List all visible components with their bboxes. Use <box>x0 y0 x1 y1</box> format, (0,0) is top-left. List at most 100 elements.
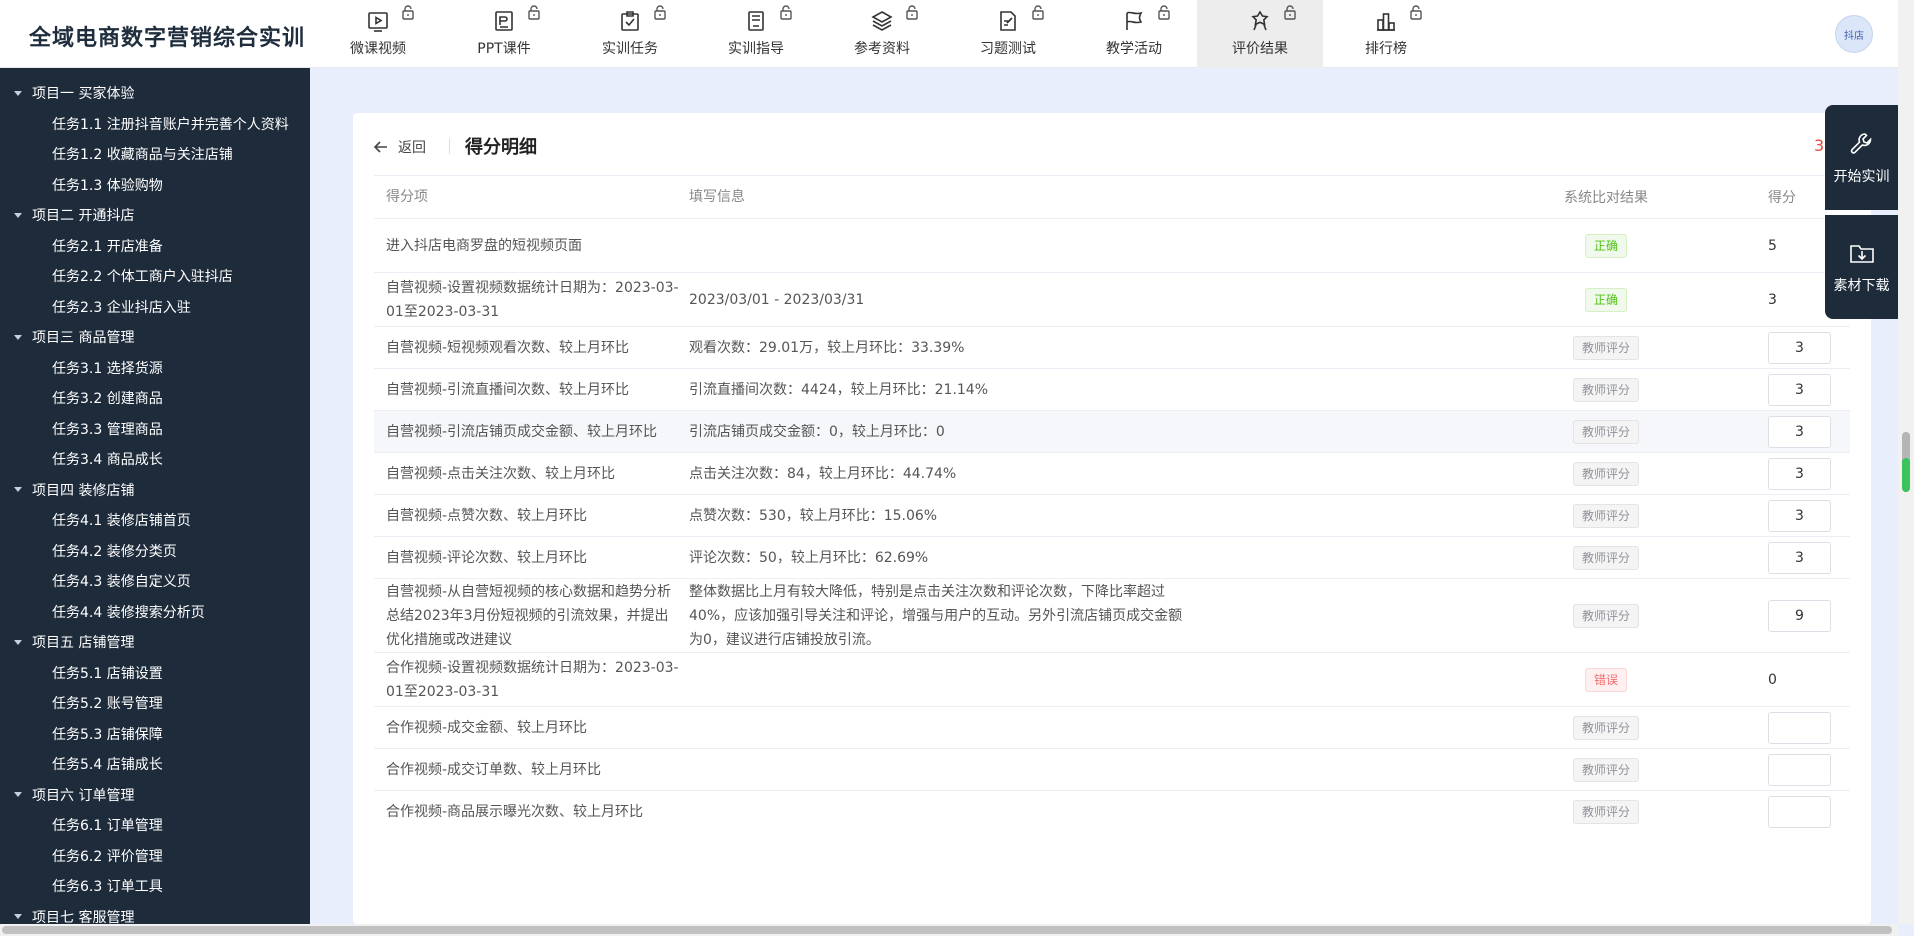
top-bar: 全域电商数字营销综合实训 微课视频 PPT课件 实训任务 实训指导 参考资料 习题测试 教学… <box>0 0 1898 68</box>
result-badge: 正确 <box>1584 233 1627 258</box>
nav-item[interactable]: PPT课件 <box>441 0 567 68</box>
table-row: 自营视频-评论次数、较上月环比 评论次数：50，较上月环比：62.69% 教师评分 <box>374 536 1850 578</box>
nav-item[interactable]: 微课视频 <box>315 0 441 68</box>
nav-item[interactable]: 教学活动 <box>1071 0 1197 68</box>
score-item: 自营视频-点击关注次数、较上月环比 <box>386 465 616 482</box>
download-materials-button[interactable]: 素材下载 <box>1825 215 1898 319</box>
vertical-scrollbar[interactable] <box>1898 0 1914 924</box>
clipboard-check-icon <box>617 8 643 34</box>
result-badge: 教师评分 <box>1572 715 1639 740</box>
nav-item[interactable]: 评价结果 <box>1197 0 1323 68</box>
result-badge: 教师评分 <box>1572 377 1639 402</box>
caret-down-icon <box>14 334 22 340</box>
sidebar-task[interactable]: 任务5.1 店铺设置 <box>0 658 310 689</box>
score-item: 合作视频-成交金额、较上月环比 <box>386 719 588 736</box>
score-cell <box>1686 457 1850 490</box>
sidebar-task[interactable]: 任务4.1 装修店铺首页 <box>0 505 310 536</box>
sidebar-task[interactable]: 任务1.2 收藏商品与关注店铺 <box>0 139 310 170</box>
download-materials-label: 素材下载 <box>1833 278 1890 294</box>
score-item: 自营视频-设置视频数据统计日期为：2023-03-01至2023-03-31 <box>386 279 679 320</box>
sidebar-task[interactable]: 任务3.4 商品成长 <box>0 444 310 475</box>
score-cell <box>1686 541 1850 574</box>
score-input[interactable] <box>1768 373 1831 406</box>
bar-rank-icon <box>1373 8 1399 34</box>
sidebar-project[interactable]: 项目五 店铺管理 <box>0 627 310 658</box>
sidebar-project-label: 项目三 商品管理 <box>32 330 135 347</box>
score-input[interactable] <box>1768 795 1831 828</box>
sidebar-task[interactable]: 任务4.4 装修搜索分析页 <box>0 597 310 628</box>
nav-item[interactable]: 实训任务 <box>567 0 693 68</box>
table-row: 自营视频-点击关注次数、较上月环比 点击关注次数：84，较上月环比：44.74% 教… <box>374 452 1850 494</box>
result-badge: 正确 <box>1584 287 1627 312</box>
score-input[interactable] <box>1768 599 1831 632</box>
nav-label: 实训指导 <box>728 41 784 57</box>
horizontal-scrollbar[interactable] <box>0 924 1898 936</box>
table-row: 自营视频-点赞次数、较上月环比 点赞次数：530，较上月环比：15.06% 教师评分 <box>374 494 1850 536</box>
horizontal-scroll-thumb[interactable] <box>2 926 1892 934</box>
sidebar-task[interactable]: 任务5.3 店铺保障 <box>0 719 310 750</box>
result-badge: 教师评分 <box>1572 335 1639 360</box>
result-badge: 教师评分 <box>1572 799 1639 824</box>
col-item-header: 得分项 <box>386 189 428 205</box>
score-input[interactable] <box>1768 753 1831 786</box>
score-item: 进入抖店电商罗盘的短视频页面 <box>386 237 582 254</box>
sidebar-task[interactable]: 任务4.3 装修自定义页 <box>0 566 310 597</box>
result-cell: 错误 <box>1526 667 1686 692</box>
score-cell <box>1686 499 1850 532</box>
start-training-button[interactable]: 开始实训 <box>1825 105 1898 210</box>
sidebar-task[interactable]: 任务2.2 个体工商户入驻抖店 <box>0 261 310 292</box>
lock-icon <box>1031 4 1045 20</box>
sidebar-task[interactable]: 任务6.3 订单工具 <box>0 871 310 902</box>
header-divider <box>449 138 450 154</box>
sidebar-task[interactable]: 任务1.1 注册抖音账户并完善个人资料 <box>0 109 310 140</box>
score-input[interactable] <box>1768 457 1831 490</box>
score-cell: 0 <box>1686 672 1850 688</box>
sidebar-task[interactable]: 任务6.2 评价管理 <box>0 841 310 872</box>
book-icon <box>743 8 769 34</box>
score-input[interactable] <box>1768 499 1831 532</box>
sidebar-project[interactable]: 项目三 商品管理 <box>0 322 310 353</box>
sidebar-project[interactable]: 项目六 订单管理 <box>0 780 310 811</box>
sidebar-task[interactable]: 任务6.1 订单管理 <box>0 810 310 841</box>
sidebar-task[interactable]: 任务2.3 企业抖店入驻 <box>0 292 310 323</box>
nav-label: 微课视频 <box>350 41 406 57</box>
sidebar-task[interactable]: 任务5.4 店铺成长 <box>0 749 310 780</box>
score-input[interactable] <box>1768 415 1831 448</box>
lock-icon <box>905 4 919 20</box>
result-cell: 教师评分 <box>1526 419 1686 444</box>
nav-item[interactable]: 实训指导 <box>693 0 819 68</box>
nav-item[interactable]: 参考资料 <box>819 0 945 68</box>
back-label: 返回 <box>398 140 426 156</box>
back-button[interactable]: 返回 <box>374 137 426 157</box>
nav-item[interactable]: 习题测试 <box>945 0 1071 68</box>
sidebar-project[interactable]: 项目四 装修店铺 <box>0 475 310 506</box>
sidebar-task[interactable]: 任务4.2 装修分类页 <box>0 536 310 567</box>
table-row: 自营视频-从自营短视频的核心数据和趋势分析总结2023年3月份短视频的引流效果，… <box>374 578 1850 652</box>
sidebar-task[interactable]: 任务2.1 开店准备 <box>0 231 310 262</box>
nav-label: 排行榜 <box>1365 41 1407 57</box>
sidebar-task[interactable]: 任务3.1 选择货源 <box>0 353 310 384</box>
award-icon <box>1247 8 1273 34</box>
lock-icon <box>653 4 667 20</box>
result-cell: 教师评分 <box>1526 335 1686 360</box>
avatar[interactable]: 抖店 <box>1835 15 1873 53</box>
score-input[interactable] <box>1768 331 1831 364</box>
sidebar-project[interactable]: 项目一 买家体验 <box>0 78 310 109</box>
wrench-icon <box>1850 132 1871 154</box>
score-value: 5 <box>1768 237 1777 254</box>
sidebar-project-label: 项目四 装修店铺 <box>32 482 135 499</box>
sidebar-task[interactable]: 任务1.3 体验购物 <box>0 170 310 201</box>
sidebar-task[interactable]: 任务5.2 账号管理 <box>0 688 310 719</box>
sidebar-project[interactable]: 项目七 客服管理 <box>0 902 310 924</box>
result-cell: 教师评分 <box>1526 799 1686 824</box>
sidebar-task[interactable]: 任务3.2 创建商品 <box>0 383 310 414</box>
score-input[interactable] <box>1768 541 1831 574</box>
sidebar-project[interactable]: 项目二 开通抖店 <box>0 200 310 231</box>
score-input[interactable] <box>1768 711 1831 744</box>
table-row: 合作视频-设置视频数据统计日期为：2023-03-01至2023-03-31 错误… <box>374 652 1850 706</box>
sidebar-task[interactable]: 任务3.3 管理商品 <box>0 414 310 445</box>
table-row: 合作视频-商品展示曝光次数、较上月环比 教师评分 <box>374 790 1850 832</box>
result-cell: 教师评分 <box>1526 503 1686 528</box>
nav-item[interactable]: 排行榜 <box>1323 0 1449 68</box>
lock-icon <box>401 4 415 20</box>
